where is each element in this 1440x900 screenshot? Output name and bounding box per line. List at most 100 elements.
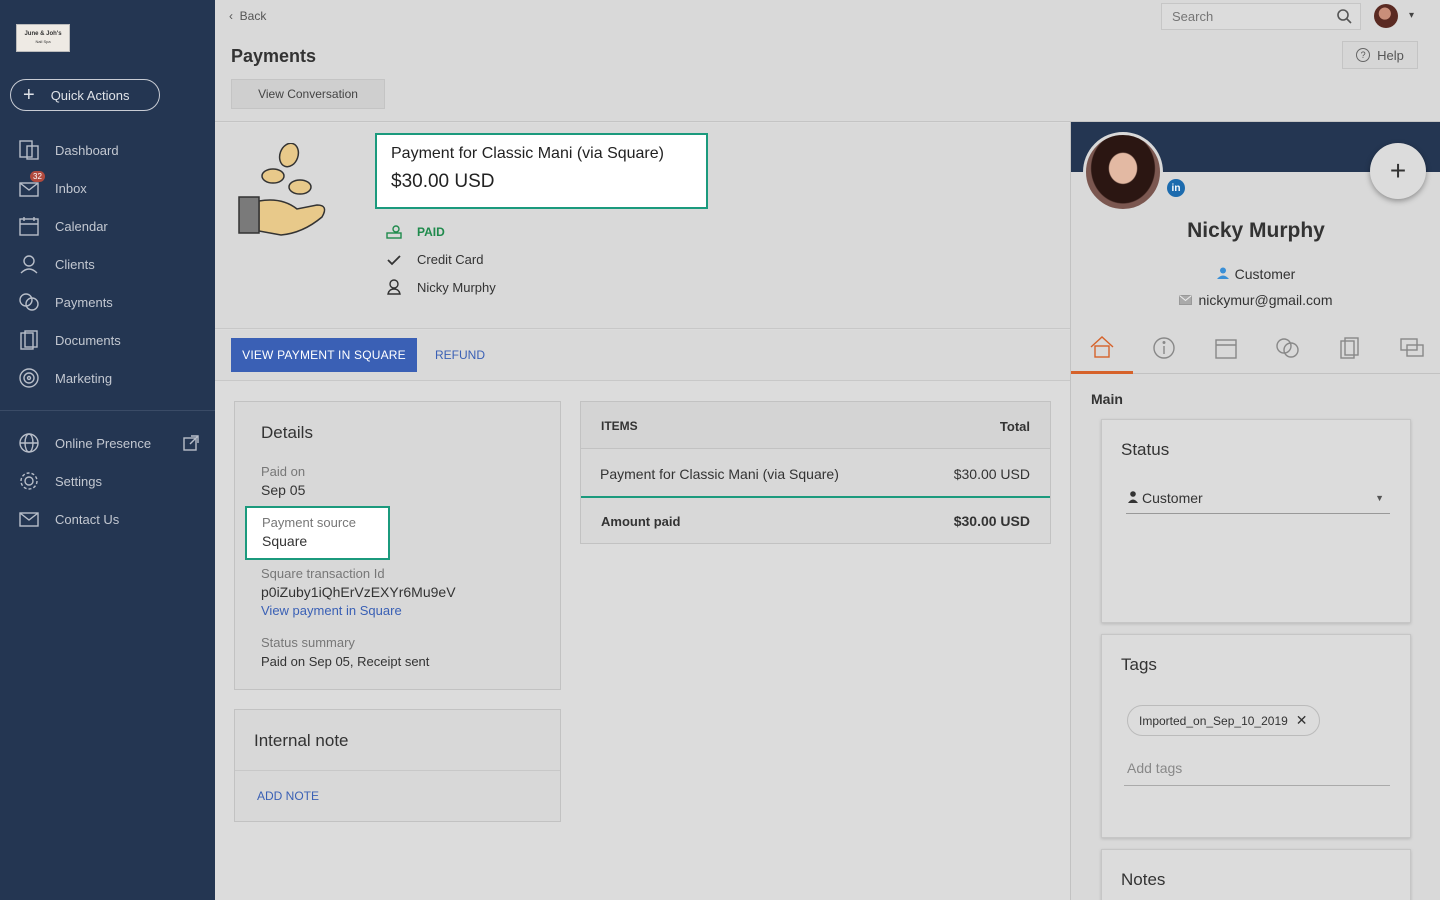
person-icon: [1216, 267, 1229, 279]
tab-documents[interactable]: [1319, 322, 1381, 374]
documents-icon: [18, 329, 40, 351]
client-email: nickymur@gmail.com: [1071, 292, 1440, 308]
add-tags-input[interactable]: [1124, 750, 1390, 786]
paid-on-value: Sep 05: [261, 482, 306, 498]
item-name: Payment for Classic Mani (via Square): [600, 466, 839, 482]
client-type-label: Customer: [1234, 266, 1296, 282]
chat-icon: [1400, 338, 1424, 357]
tag-chip: Imported_on_Sep_10_2019 ✕: [1127, 705, 1320, 736]
transaction-id-value: p0iZuby1iQhErVzEXYr6Mu9eV: [261, 584, 456, 600]
payment-action-bar: VIEW PAYMENT IN SQUARE REFUND: [215, 330, 1070, 381]
payments-icon: [1276, 338, 1299, 358]
back-label: Back: [239, 9, 267, 23]
search-icon[interactable]: [1337, 9, 1352, 27]
mail-icon: [1179, 295, 1193, 305]
client-type: Customer: [1071, 266, 1440, 282]
coins-hand-icon: [238, 143, 326, 236]
payment-client[interactable]: Nicky Murphy: [417, 280, 496, 295]
sidebar-item-settings[interactable]: Settings: [0, 462, 215, 500]
col-items-header: ITEMS: [601, 419, 638, 433]
tab-home[interactable]: [1071, 322, 1133, 374]
sidebar-item-inbox[interactable]: 32 Inbox: [0, 169, 215, 207]
view-payment-in-square-button[interactable]: VIEW PAYMENT IN SQUARE: [231, 338, 417, 372]
sidebar-item-clients[interactable]: Clients: [0, 245, 215, 283]
help-button[interactable]: ? Help: [1342, 41, 1418, 69]
close-icon[interactable]: ✕: [1296, 712, 1308, 729]
amount-paid-label: Amount paid: [601, 514, 681, 529]
section-title: Main: [1091, 391, 1123, 407]
mail-icon: [18, 508, 40, 530]
person-icon: [1128, 491, 1138, 503]
payment-method-row: Credit Card: [385, 252, 483, 267]
home-icon: [1090, 335, 1114, 358]
chevron-down-icon[interactable]: ▾: [1409, 10, 1414, 21]
payment-title: Payment for Classic Mani (via Square): [391, 145, 664, 162]
sidebar-item-contact-us[interactable]: Contact Us: [0, 500, 215, 538]
sidebar-item-label: Online Presence: [55, 435, 152, 451]
tab-payments[interactable]: [1257, 322, 1319, 374]
sidebar-item-online-presence[interactable]: Online Presence: [0, 424, 215, 462]
help-label: Help: [1377, 47, 1404, 63]
client-name: Nicky Murphy: [1187, 219, 1325, 242]
inbox-badge: 32: [30, 171, 45, 182]
linkedin-icon[interactable]: in: [1167, 179, 1185, 197]
sidebar-divider: [0, 410, 215, 411]
sidebar-item-documents[interactable]: Documents: [0, 321, 215, 359]
tab-conversations[interactable]: [1381, 322, 1440, 374]
client-avatar[interactable]: [1083, 132, 1163, 212]
sidebar-item-label: Dashboard: [55, 142, 119, 158]
calendar-icon: [18, 215, 40, 237]
check-icon: [385, 254, 403, 266]
profile-tabs: [1071, 322, 1440, 374]
add-note-button[interactable]: ADD NOTE: [257, 789, 319, 803]
status-value: Customer: [1142, 490, 1203, 506]
refund-button[interactable]: REFUND: [435, 348, 485, 362]
details-card: Details Paid on Sep 05 Payment source Sq…: [234, 401, 561, 690]
search-input[interactable]: [1172, 9, 1332, 24]
payment-method: Credit Card: [417, 252, 484, 267]
tab-info[interactable]: [1133, 322, 1195, 374]
caret-down-icon: ▼: [1375, 493, 1384, 503]
logo-text: June & Joh's: [24, 31, 62, 37]
payment-client-row: Nicky Murphy: [385, 279, 496, 295]
logo-subtext: Nail Spa: [35, 39, 51, 44]
sidebar-item-dashboard[interactable]: Dashboard: [0, 131, 215, 169]
tag-label: Imported_on_Sep_10_2019: [1139, 713, 1288, 728]
notes-title: Notes: [1121, 870, 1166, 889]
tags-card: Tags Imported_on_Sep_10_2019 ✕: [1101, 634, 1411, 838]
calendar-icon: [1215, 339, 1237, 359]
dashboard-icon: [18, 139, 40, 161]
sidebar-item-payments[interactable]: Payments: [0, 283, 215, 321]
payment-header: Payment for Classic Mani (via Square) $3…: [215, 123, 1070, 329]
payment-amount: $30.00 USD: [391, 171, 495, 192]
client-email-value[interactable]: nickymur@gmail.com: [1198, 292, 1332, 308]
status-select[interactable]: Customer ▼: [1126, 490, 1390, 514]
user-avatar[interactable]: [1374, 4, 1398, 28]
internal-note-card: Internal note ADD NOTE: [234, 709, 561, 822]
sidebar-item-label: Inbox: [55, 180, 87, 196]
internal-note-title: Internal note: [254, 731, 349, 750]
brand-logo[interactable]: June & Joh's Nail Spa: [16, 24, 70, 52]
view-conversation-button[interactable]: View Conversation: [231, 79, 385, 109]
sidebar: June & Joh's Nail Spa + Quick Actions Da…: [0, 0, 215, 900]
view-payment-in-square-link[interactable]: View payment in Square: [261, 603, 402, 618]
sidebar-item-marketing[interactable]: Marketing: [0, 359, 215, 397]
tab-calendar[interactable]: [1195, 322, 1257, 374]
quick-actions-button[interactable]: + Quick Actions: [10, 79, 160, 111]
status-card: Status Customer ▼: [1101, 419, 1411, 623]
back-link[interactable]: ‹ Back: [229, 9, 266, 23]
table-header: ITEMS Total: [581, 402, 1050, 449]
payment-source-label: Payment source: [262, 515, 356, 530]
payment-summary-box: Payment for Classic Mani (via Square) $3…: [375, 133, 708, 209]
col-total-header: Total: [999, 419, 1030, 434]
tags-title: Tags: [1121, 655, 1157, 674]
globe-icon: [18, 432, 40, 454]
item-total: $30.00 USD: [953, 466, 1030, 482]
payment-status-row: PAID: [385, 225, 445, 239]
sidebar-item-calendar[interactable]: Calendar: [0, 207, 215, 245]
info-icon: [1153, 337, 1175, 359]
clients-icon: [18, 253, 40, 275]
amount-paid-value: $30.00 USD: [953, 513, 1030, 529]
status-summary-value: Paid on Sep 05, Receipt sent: [261, 654, 430, 669]
add-button[interactable]: +: [1370, 143, 1426, 199]
